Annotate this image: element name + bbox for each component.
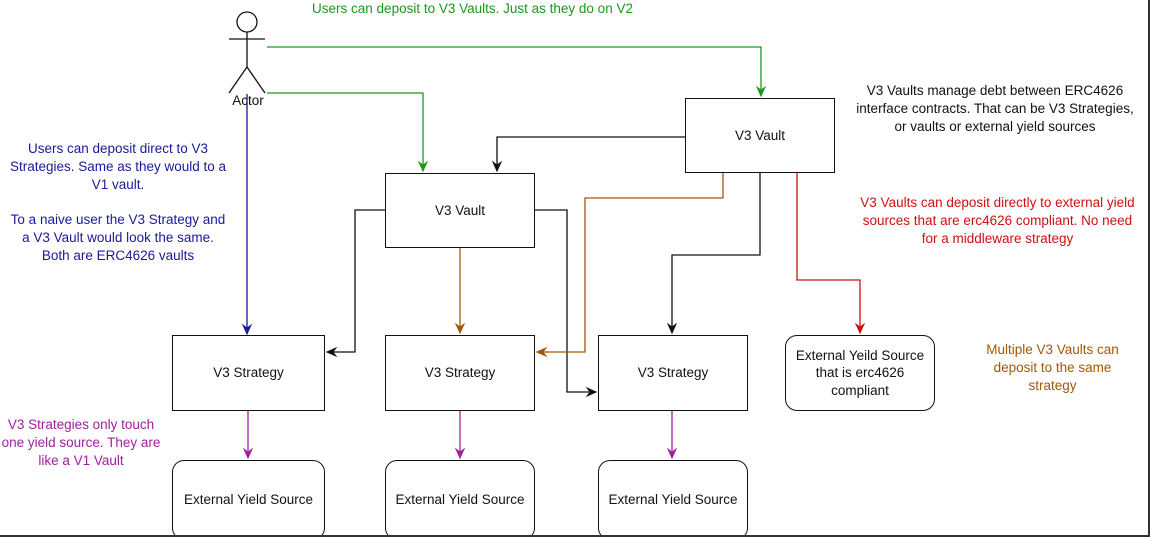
- node-middle-vault[interactable]: V3 Vault: [385, 173, 535, 248]
- node-strategy-2[interactable]: V3 Strategy: [385, 335, 535, 411]
- edge-top-vault-to-middle-vault: [491, 136, 685, 173]
- note-red: V3 Vaults can deposit directly to extern…: [860, 195, 1135, 246]
- edge-actor-to-middle-vault: [267, 92, 429, 173]
- node-external-3[interactable]: External Yield Source: [598, 460, 748, 535]
- edge-top-vault-to-strategy-3: [666, 172, 761, 335]
- note-purple: V3 Strategies only touch one yield sourc…: [1, 417, 161, 468]
- actor-label: Actor: [232, 93, 264, 108]
- edge-top-vault-to-strategy-2: [535, 172, 724, 358]
- node-strategy-3[interactable]: V3 Strategy: [598, 335, 748, 411]
- node-external-compliant[interactable]: External Yeild Source that is erc4626 co…: [785, 335, 935, 411]
- node-external-1[interactable]: External Yield Source: [172, 460, 325, 535]
- diagram-canvas: Actor V3 Vault V3 Vault V3 Strategy V3 S…: [0, 0, 1150, 537]
- edge-actor-to-top-vault: [267, 46, 767, 98]
- note-green: Users can deposit to V3 Vaults. Just as …: [312, 1, 633, 16]
- connectors: [228, 11, 866, 460]
- node-strategy-1[interactable]: V3 Strategy: [172, 335, 325, 411]
- note-brown: Multiple V3 Vaults can deposit to the sa…: [986, 342, 1119, 393]
- edge-middle-vault-to-strategy-1: [325, 209, 385, 358]
- edge-top-vault-to-external-compliant: [796, 172, 866, 335]
- actor-icon: [228, 11, 266, 94]
- node-top-vault[interactable]: V3 Vault: [685, 98, 835, 173]
- node-external-2[interactable]: External Yield Source: [385, 460, 535, 535]
- note-black: V3 Vaults manage debt between ERC4626 in…: [856, 83, 1134, 134]
- note-blue: Users can deposit direct to V3 Strategie…: [9, 141, 227, 263]
- edge-middle-vault-to-strategy-3: [535, 209, 598, 398]
